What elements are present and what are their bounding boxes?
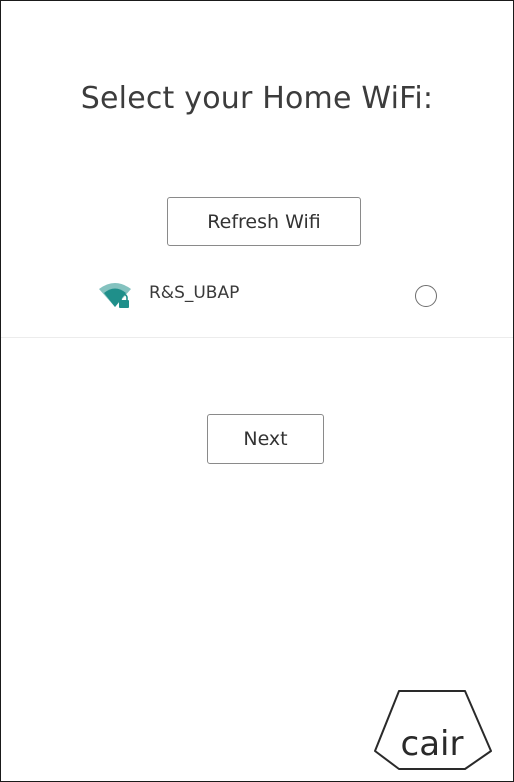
wifi-select-radio[interactable]	[415, 285, 437, 307]
next-button[interactable]: Next	[207, 414, 324, 464]
refresh-wifi-button[interactable]: Refresh Wifi	[167, 197, 361, 246]
wifi-ssid-label: R&S_UBAP	[149, 283, 240, 303]
wifi-locked-icon	[97, 279, 133, 311]
wifi-network-row[interactable]: R&S_UBAP	[1, 271, 513, 338]
app-screen: Select your Home WiFi: Refresh Wifi R&S_…	[0, 0, 514, 782]
cair-logo: cair	[369, 685, 497, 771]
logo-text: cair	[401, 724, 464, 764]
page-title: Select your Home WiFi:	[80, 81, 434, 116]
